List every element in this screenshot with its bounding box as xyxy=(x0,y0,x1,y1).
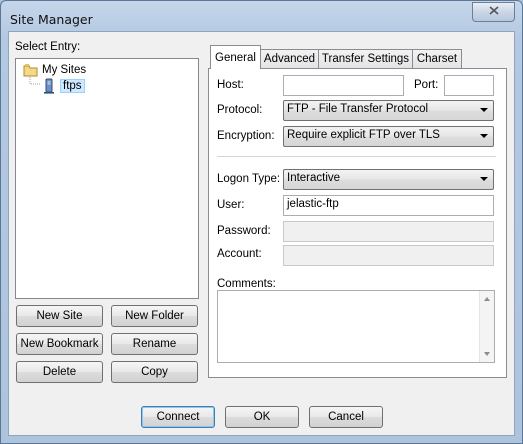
protocol-label: Protocol: xyxy=(217,104,263,116)
separator xyxy=(217,156,496,157)
logon-type-label: Logon Type: xyxy=(217,173,281,185)
account-input[interactable] xyxy=(283,245,494,266)
rename-button[interactable]: Rename xyxy=(111,333,198,355)
cancel-button[interactable]: Cancel xyxy=(309,406,383,428)
folder-icon xyxy=(22,62,40,78)
new-site-button[interactable]: New Site xyxy=(16,305,103,327)
tab-general[interactable]: General xyxy=(210,45,261,69)
encryption-value: Require explicit FTP over TLS xyxy=(287,129,440,141)
comments-textarea[interactable] xyxy=(217,290,495,363)
dialog-body: Select Entry: My Sites ftps New Site New… xyxy=(8,31,515,436)
new-bookmark-button[interactable]: New Bookmark xyxy=(16,333,103,355)
tab-transfer-settings[interactable]: Transfer Settings xyxy=(318,49,413,68)
protocol-value: FTP - File Transfer Protocol xyxy=(287,103,429,115)
encryption-label: Encryption: xyxy=(217,130,275,142)
comments-scrollbar[interactable] xyxy=(479,291,494,362)
chevron-down-icon xyxy=(480,108,488,112)
account-label: Account: xyxy=(217,248,262,260)
tab-charset[interactable]: Charset xyxy=(412,49,462,68)
tree-item-my-sites[interactable]: My Sites xyxy=(22,62,86,78)
scroll-up-icon[interactable] xyxy=(484,297,490,301)
new-folder-button[interactable]: New Folder xyxy=(111,305,198,327)
delete-button[interactable]: Delete xyxy=(16,361,103,383)
encryption-select[interactable]: Require explicit FTP over TLS xyxy=(283,126,494,147)
tree-item-ftps[interactable]: ftps xyxy=(42,78,85,94)
user-input[interactable]: jelastic-ftp xyxy=(283,195,494,216)
chevron-down-icon xyxy=(480,134,488,138)
window-title: Site Manager xyxy=(10,12,93,27)
port-input[interactable] xyxy=(444,75,494,96)
host-label: Host: xyxy=(217,79,244,91)
password-input[interactable] xyxy=(283,221,494,242)
user-label: User: xyxy=(217,199,245,211)
host-input[interactable] xyxy=(283,75,404,96)
protocol-select[interactable]: FTP - File Transfer Protocol xyxy=(283,100,494,121)
title-bar[interactable]: Site Manager xyxy=(1,1,522,35)
logon-type-value: Interactive xyxy=(287,172,341,184)
site-manager-window: Site Manager Select Entry: My Sites ftps… xyxy=(0,0,523,444)
comments-text xyxy=(218,291,494,295)
general-panel: Host: Port: Protocol: FTP - File Transfe… xyxy=(208,68,507,378)
close-button[interactable] xyxy=(472,2,515,22)
ok-button[interactable]: OK xyxy=(225,406,299,428)
tab-advanced[interactable]: Advanced xyxy=(260,49,319,68)
password-label: Password: xyxy=(217,225,271,237)
site-tree[interactable]: My Sites ftps xyxy=(15,58,199,299)
chevron-down-icon xyxy=(480,177,488,181)
server-icon xyxy=(42,78,56,94)
port-label: Port: xyxy=(414,79,439,91)
tree-item-label: My Sites xyxy=(42,64,87,76)
select-entry-label: Select Entry: xyxy=(15,41,81,53)
tree-item-label: ftps xyxy=(60,79,85,93)
close-icon xyxy=(488,6,499,18)
logon-type-select[interactable]: Interactive xyxy=(283,169,494,190)
scroll-down-icon[interactable] xyxy=(484,352,490,356)
copy-button[interactable]: Copy xyxy=(111,361,198,383)
comments-label: Comments: xyxy=(217,278,276,290)
connect-button[interactable]: Connect xyxy=(141,406,215,428)
